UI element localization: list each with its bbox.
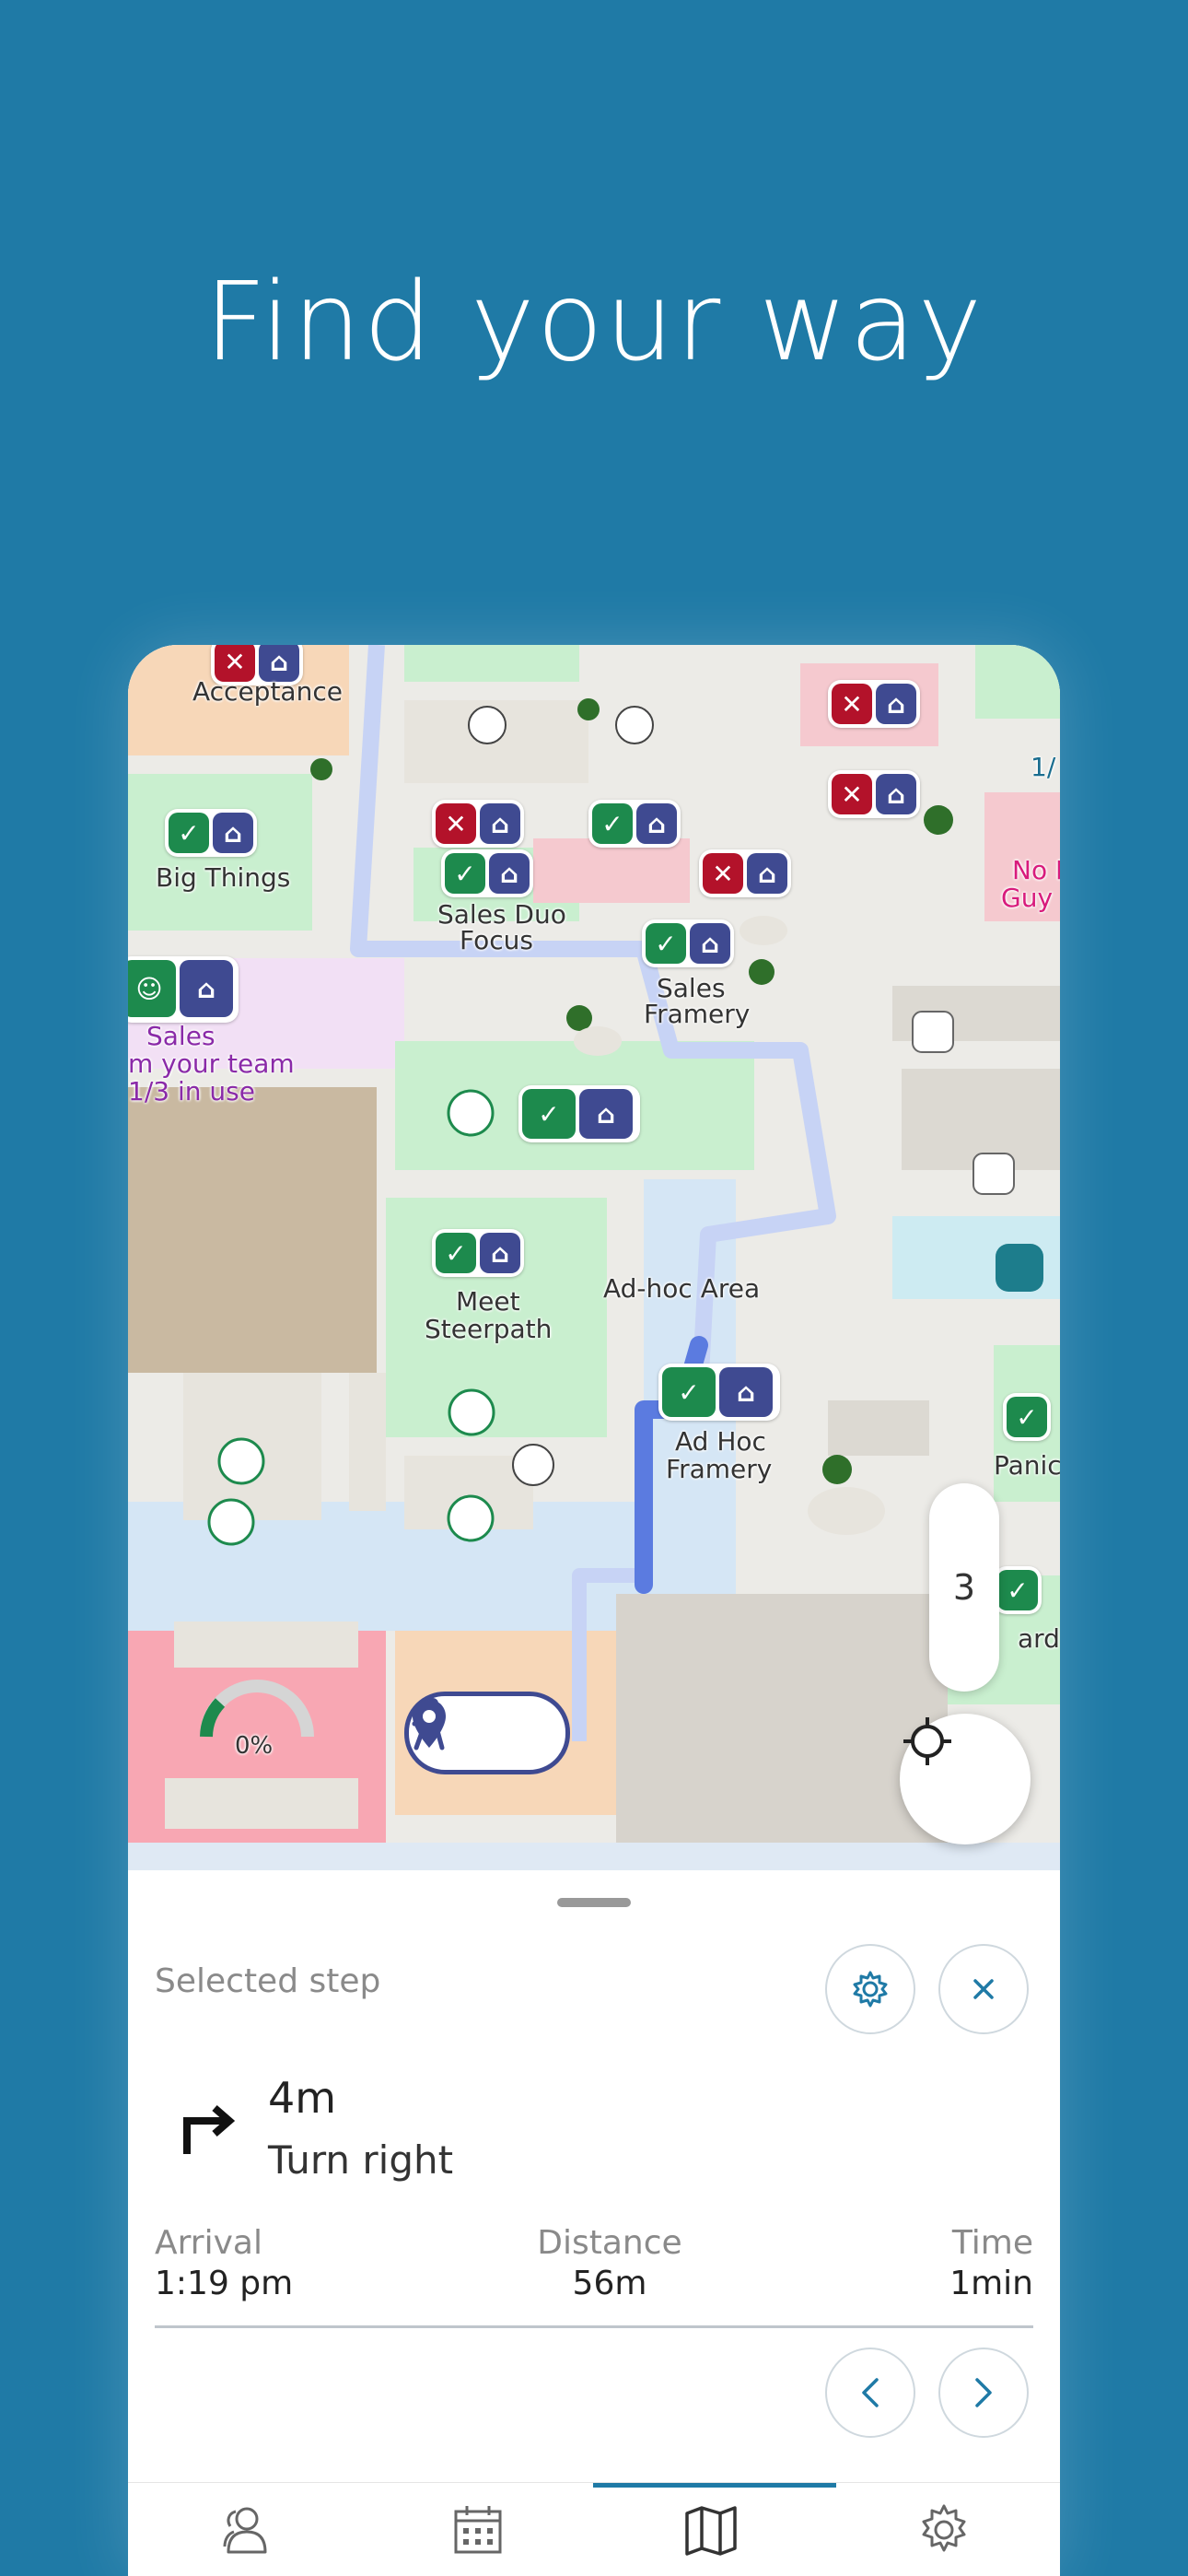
chevron-right-icon	[975, 2378, 992, 2407]
map-label-panic: Panic	[994, 1450, 1060, 1481]
map-label-acceptance: Acceptance	[192, 676, 343, 707]
area-pin-center[interactable]: ✓ ⌂	[518, 1085, 640, 1142]
available-icon: ✓	[662, 1367, 716, 1417]
room-pin-big-things[interactable]: ✓ ⌂	[165, 809, 257, 857]
navigation-sheet: Selected step 4m Turn right Arrival 1:19…	[128, 1870, 1060, 2576]
room-pin-adhoc-framery[interactable]: ✓ ⌂	[658, 1364, 780, 1421]
occupancy-value: 0%	[235, 1732, 274, 1760]
meeting-room-icon: ⌂	[180, 960, 233, 1017]
busy-icon: ✕	[436, 803, 476, 844]
room-pin-desk[interactable]: ✓ ⌂	[588, 800, 681, 848]
busy-icon: ✕	[832, 774, 872, 814]
available-icon: ✓	[522, 1089, 576, 1139]
room-pin-right[interactable]: ✕ ⌂	[828, 770, 920, 818]
selected-step-label: Selected step	[155, 1962, 381, 2000]
map-label-guy-l: Guy L	[1001, 883, 1060, 913]
route-start-chip[interactable]	[404, 1692, 570, 1774]
map-label-focus: Focus	[460, 925, 533, 955]
time-value: 1min	[949, 2265, 1033, 2302]
meeting-room-icon: ⌂	[747, 853, 787, 894]
tab-people[interactable]	[128, 2483, 361, 2576]
map-label-meet: Meet	[456, 1286, 520, 1317]
tab-calendar[interactable]	[361, 2483, 594, 2576]
available-icon: ✓	[169, 813, 209, 853]
crosshair-icon	[903, 1717, 951, 1765]
meeting-room-icon: ⌂	[213, 813, 253, 853]
close-route-button[interactable]	[938, 1944, 1029, 2034]
step-instruction: Turn right	[268, 2137, 454, 2183]
bottom-tab-bar	[128, 2482, 1060, 2576]
room-pin-meet-steerpath[interactable]: ✓ ⌂	[432, 1229, 524, 1277]
meeting-room-icon: ⌂	[480, 803, 520, 844]
team-area-icon: ☺	[128, 960, 176, 1017]
previous-step-button[interactable]	[825, 2348, 915, 2438]
location-pin-icon	[413, 1700, 446, 1748]
area-pin-sales[interactable]: ☺ ⌂	[128, 956, 239, 1023]
route-settings-button[interactable]	[825, 1944, 915, 2034]
room-pin-sales-framery[interactable]: ✓ ⌂	[642, 919, 734, 967]
room-pin-sales-top[interactable]: ✕ ⌂	[432, 800, 524, 848]
map-label-sales-usage: 1/3 in use	[128, 1076, 255, 1107]
room-pin-panic[interactable]: ✓	[1003, 1393, 1051, 1441]
indoor-map[interactable]: ✕ ⌂ ✓ ⌂ ✕ ⌂ ✓ ⌂ ✓ ⌂ ✕ ⌂ ✕ ⌂ ✕ ⌂ ✓ ⌂ ☺ ⌂ ✓ ⌂	[128, 645, 1060, 1870]
busy-icon: ✕	[832, 684, 872, 724]
phone-frame: ✕ ⌂ ✓ ⌂ ✕ ⌂ ✓ ⌂ ✓ ⌂ ✕ ⌂ ✕ ⌂ ✕ ⌂ ✓ ⌂ ☺ ⌂ ✓ ⌂	[128, 645, 1060, 2576]
locate-me-button[interactable]	[900, 1714, 1031, 1844]
available-icon: ✓	[436, 1233, 476, 1273]
settings-icon	[922, 2504, 965, 2552]
meeting-room-icon: ⌂	[480, 1233, 520, 1273]
gear-icon	[853, 1971, 888, 2008]
map-label-ard: ard	[1018, 1623, 1060, 1654]
calendar-icon	[454, 2506, 501, 2554]
time-label: Time	[951, 2224, 1033, 2262]
available-icon: ✓	[592, 803, 633, 844]
available-icon: ✓	[646, 923, 686, 964]
step-distance: 4m	[268, 2073, 337, 2123]
divider	[155, 2325, 1033, 2328]
floor-selector[interactable]: 3	[929, 1483, 999, 1692]
chevron-left-icon	[862, 2378, 879, 2407]
distance-label: Distance	[537, 2224, 682, 2262]
tab-map[interactable]	[594, 2483, 827, 2576]
map-label-sales-framery-2: Framery	[644, 999, 751, 1029]
busy-icon: ✕	[703, 853, 743, 894]
available-icon: ✓	[997, 1570, 1038, 1610]
meeting-room-icon: ⌂	[636, 803, 677, 844]
map-label-adhoc-framery: Framery	[666, 1454, 773, 1484]
meeting-room-icon: ⌂	[579, 1089, 633, 1139]
map-label-fraction: 1/	[1031, 752, 1056, 782]
map-label-adhoc: Ad Hoc	[675, 1426, 766, 1457]
available-icon: ✓	[445, 853, 485, 894]
meeting-room-icon: ⌂	[876, 684, 916, 724]
map-label-sales-team: m your team	[128, 1048, 295, 1079]
map-label-sales-area: Sales	[146, 1021, 215, 1051]
room-pin-ard[interactable]: ✓	[994, 1566, 1042, 1614]
map-label-adhoc-area: Ad-hoc Area	[603, 1273, 761, 1304]
turn-right-icon	[183, 2104, 236, 2154]
distance-value: 56m	[572, 2265, 647, 2302]
sheet-drag-handle[interactable]	[557, 1898, 631, 1907]
meeting-room-icon: ⌂	[719, 1367, 773, 1417]
tab-settings[interactable]	[827, 2483, 1060, 2576]
map-label-big-things: Big Things	[156, 862, 291, 893]
room-pin-sales-duo[interactable]: ✓ ⌂	[441, 849, 533, 897]
available-icon: ✓	[1007, 1397, 1047, 1437]
meeting-room-icon: ⌂	[489, 853, 530, 894]
map-label-no-f: No F	[1012, 855, 1060, 885]
room-pin-top-right[interactable]: ✕ ⌂	[828, 680, 920, 728]
room-pin-red-room[interactable]: ✕ ⌂	[699, 849, 791, 897]
headline: Find your way	[204, 258, 984, 385]
next-step-button[interactable]	[938, 2348, 1029, 2438]
people-icon	[223, 2507, 266, 2554]
map-icon	[684, 2506, 737, 2556]
map-label-steerpath: Steerpath	[425, 1314, 553, 1344]
close-icon	[973, 1979, 994, 1999]
meeting-room-icon: ⌂	[690, 923, 730, 964]
meeting-room-icon: ⌂	[876, 774, 916, 814]
